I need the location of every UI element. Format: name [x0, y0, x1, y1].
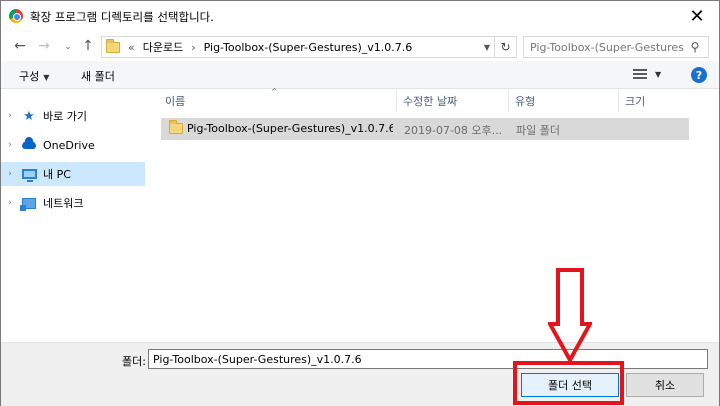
- folder-name-field[interactable]: [148, 349, 708, 369]
- star-icon: ★: [23, 108, 35, 124]
- sidebar-item-label: 네트워크: [43, 197, 84, 210]
- column-header-name[interactable]: 이름: [159, 90, 397, 112]
- cloud-icon: [22, 137, 36, 149]
- close-button[interactable]: ✕: [675, 1, 719, 31]
- recent-chevron-down-icon[interactable]: ⌄: [59, 37, 77, 55]
- annotation-highlight-box: [513, 361, 624, 405]
- navigation-pane: › ★ 바로 가기 › OneDrive › 내 PC › 네트워크: [1, 90, 147, 342]
- cancel-button[interactable]: 취소: [626, 373, 704, 397]
- folder-icon: [169, 120, 183, 134]
- expand-chevron-icon[interactable]: ›: [1, 140, 19, 150]
- address-dropdown-chevron-icon[interactable]: ▼: [479, 36, 495, 58]
- sidebar-item-label: 내 PC: [43, 168, 71, 181]
- sidebar-item-label: OneDrive: [43, 138, 95, 152]
- dialog-title: 확장 프로그램 디렉토리를 선택합니다.: [30, 10, 214, 24]
- row-modified: 2019-07-08 오후...: [404, 124, 503, 137]
- computer-icon: [21, 169, 37, 182]
- search-icon[interactable]: ⚲: [684, 40, 706, 54]
- search-input[interactable]: [524, 40, 684, 54]
- new-folder-button[interactable]: 새 폴더: [81, 68, 115, 84]
- command-bar: 구성 ▼ 새 폴더 ▼ ?: [1, 61, 719, 89]
- chrome-icon: [9, 9, 23, 23]
- title-bar: 확장 프로그램 디렉토리를 선택합니다. ✕: [1, 1, 719, 31]
- sidebar-item-network[interactable]: › 네트워크: [1, 191, 145, 215]
- file-list: ^ 이름 수정한 날짜 유형 크기 Pig-Toolbox-(Super-Ges…: [159, 87, 707, 342]
- help-icon[interactable]: ?: [691, 67, 707, 83]
- sidebar-item-quick-access[interactable]: › ★ 바로 가기: [1, 104, 145, 128]
- breadcrumb-downloads[interactable]: 다운로드: [143, 39, 183, 55]
- organize-button[interactable]: 구성 ▼: [19, 68, 49, 84]
- view-options-icon[interactable]: [633, 69, 647, 80]
- column-header-size[interactable]: 크기: [619, 90, 691, 112]
- address-bar[interactable]: « 다운로드 › Pig-Toolbox-(Super-Gestures)_v1…: [101, 36, 495, 58]
- refresh-icon[interactable]: ↻: [495, 36, 517, 58]
- breadcrumb-current-folder[interactable]: Pig-Toolbox-(Super-Gestures)_v1.0.7.6: [204, 41, 413, 54]
- breadcrumb-overflow[interactable]: «: [128, 41, 135, 54]
- sidebar-item-this-pc[interactable]: › 내 PC: [1, 162, 145, 186]
- column-header-modified[interactable]: 수정한 날짜: [397, 90, 509, 112]
- expand-chevron-icon[interactable]: ›: [1, 169, 19, 179]
- forward-arrow-icon[interactable]: →: [35, 37, 53, 55]
- row-type: 파일 폴더: [516, 124, 560, 137]
- search-box[interactable]: ⚲: [523, 36, 709, 58]
- view-chevron-down-icon[interactable]: ▼: [655, 70, 661, 79]
- chevron-down-icon: ▼: [43, 73, 50, 82]
- annotation-down-arrow-icon: [548, 268, 592, 365]
- column-header-type[interactable]: 유형: [509, 90, 619, 112]
- organize-label: 구성: [19, 70, 40, 83]
- address-row: ← → ⌄ ↑ « 다운로드 › Pig-Toolbox-(Super-Gest…: [1, 31, 719, 61]
- back-arrow-icon[interactable]: ←: [11, 37, 29, 55]
- row-name: Pig-Toolbox-(Super-Gestures)_v1.0.7.6: [187, 122, 393, 135]
- breadcrumb-separator[interactable]: ›: [191, 41, 195, 54]
- sidebar-item-label: 바로 가기: [43, 110, 87, 123]
- folder-icon: [106, 38, 120, 53]
- expand-chevron-icon[interactable]: ›: [1, 111, 19, 121]
- network-icon: [20, 197, 36, 211]
- folder-picker-dialog: 확장 프로그램 디렉토리를 선택합니다. ✕ ← → ⌄ ↑ « 다운로드 › …: [0, 0, 720, 406]
- up-arrow-icon[interactable]: ↑: [79, 37, 97, 55]
- sidebar-item-onedrive[interactable]: › OneDrive: [1, 133, 145, 157]
- folder-field-label: 폴더:: [122, 355, 146, 368]
- table-row[interactable]: Pig-Toolbox-(Super-Gestures)_v1.0.7.6 20…: [161, 118, 689, 140]
- expand-chevron-icon[interactable]: ›: [1, 198, 19, 208]
